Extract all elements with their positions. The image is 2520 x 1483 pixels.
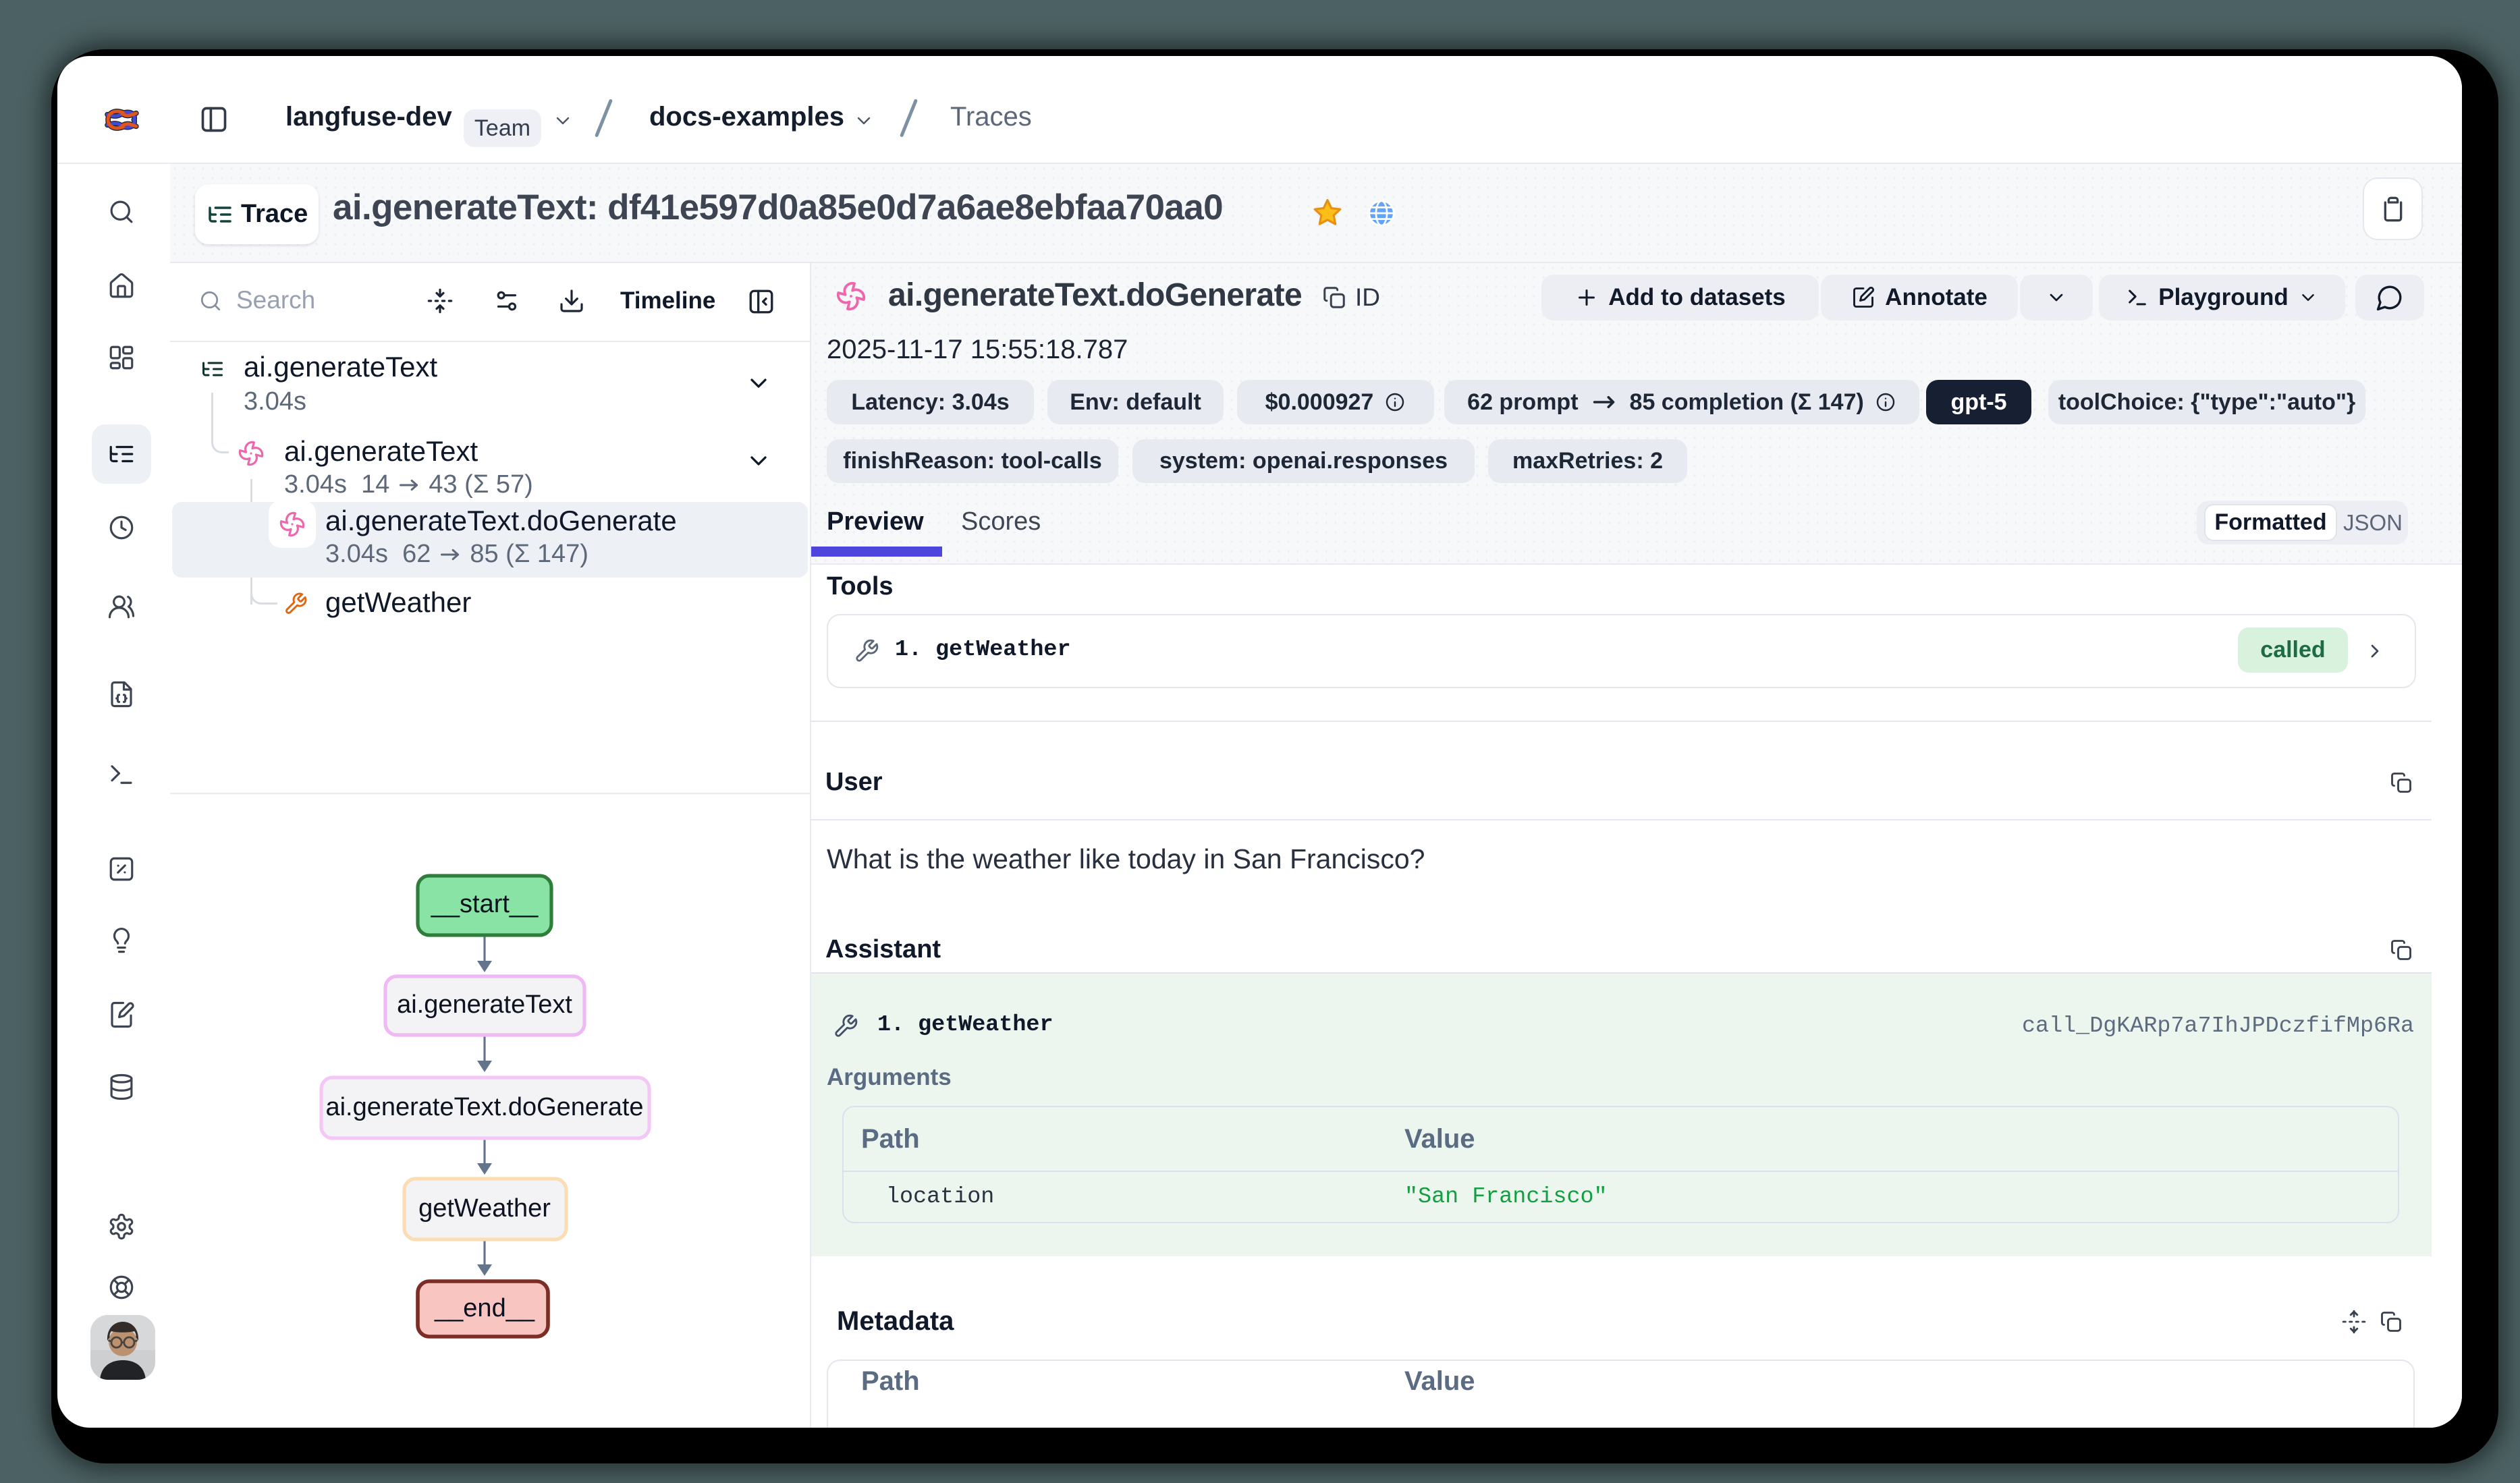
svg-text:__start__: __start__ — [431, 890, 539, 918]
svg-text:getWeather: getWeather — [418, 1194, 551, 1223]
svg-text:__end__: __end__ — [434, 1294, 535, 1322]
svg-text:ai.generateText: ai.generateText — [397, 990, 572, 1019]
svg-text:ai.generateText.doGenerate: ai.generateText.doGenerate — [325, 1093, 643, 1121]
